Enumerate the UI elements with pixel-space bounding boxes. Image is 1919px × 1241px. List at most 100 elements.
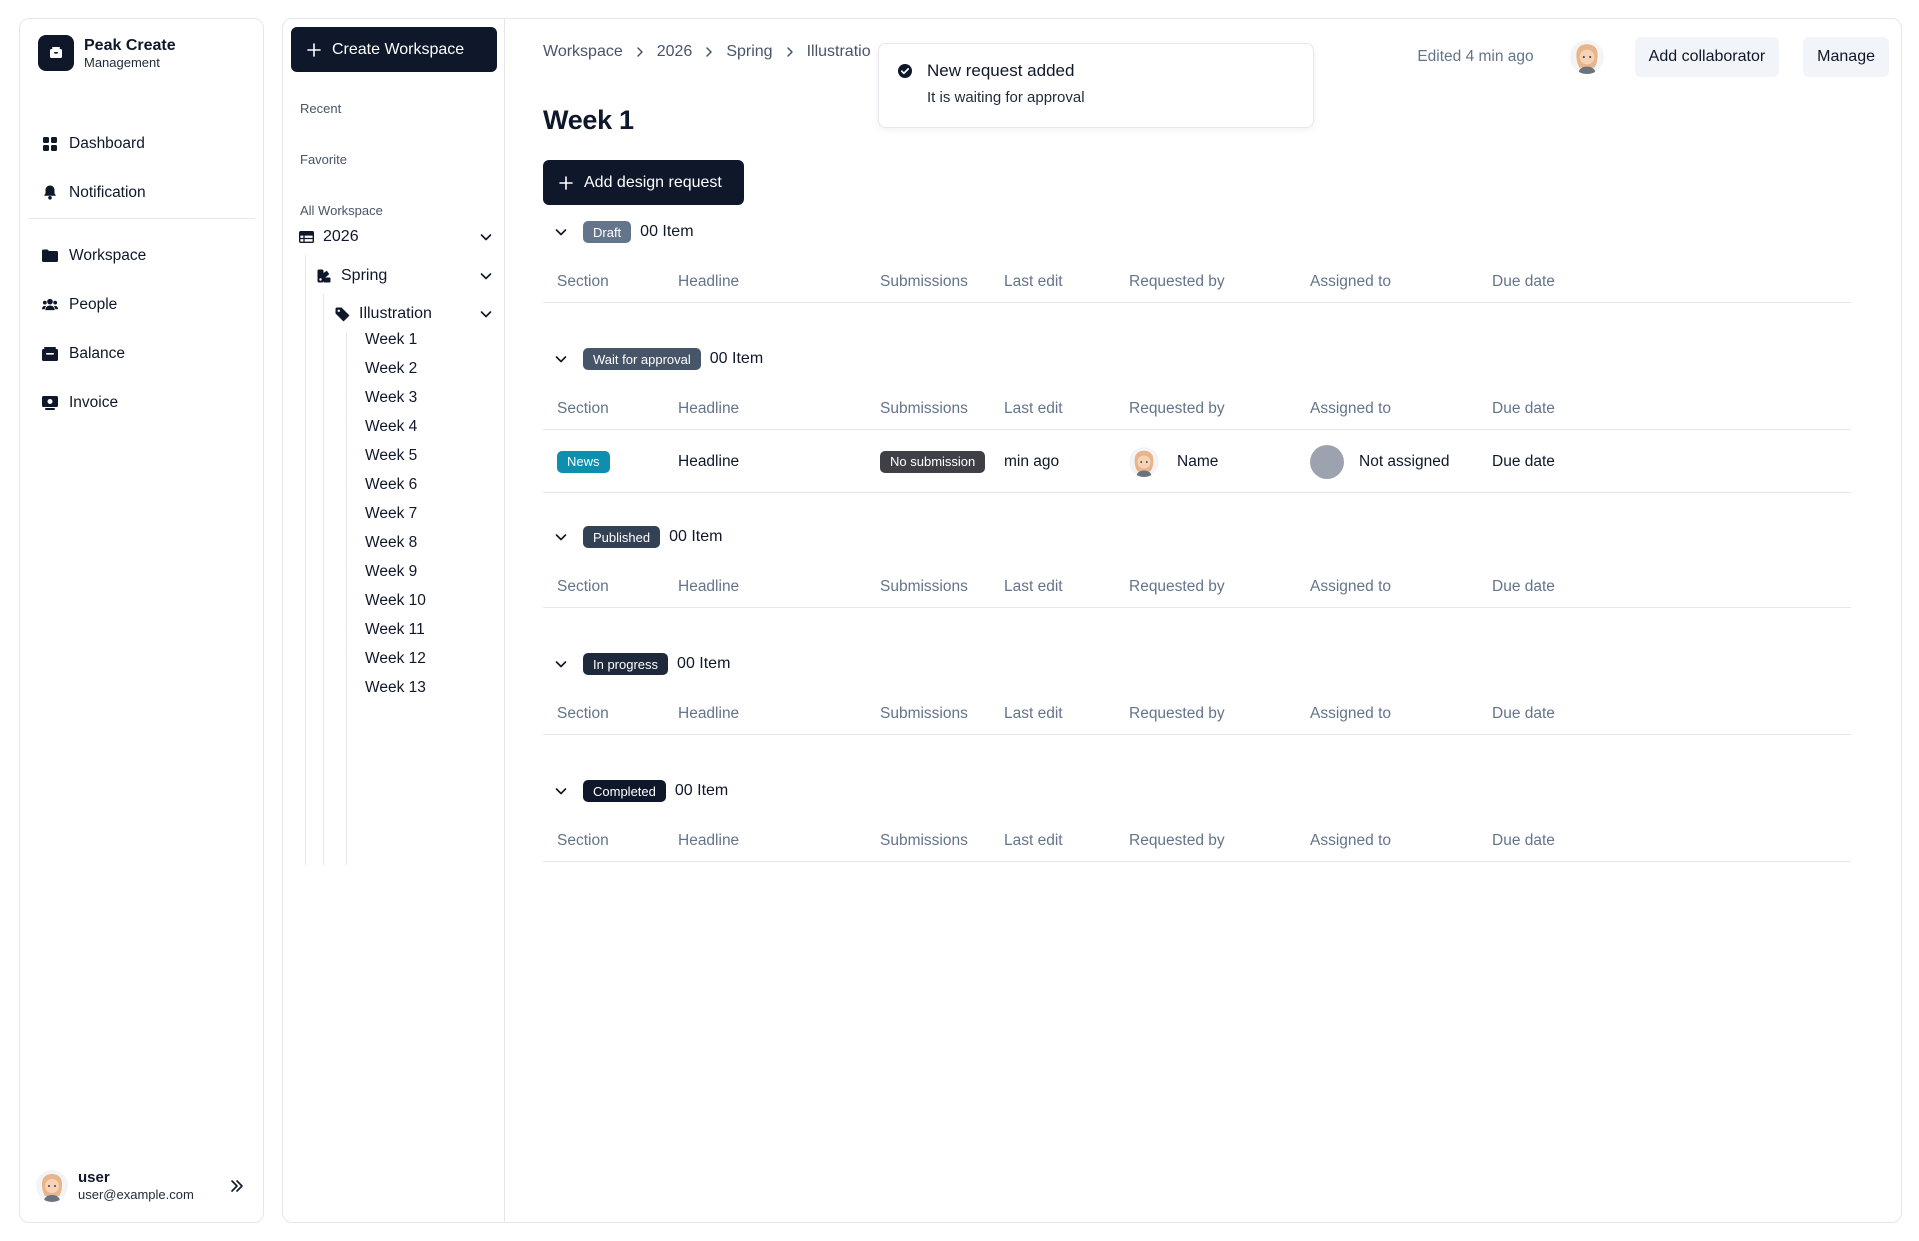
column-header[interactable]: Requested by <box>1129 261 1225 303</box>
column-header[interactable]: Headline <box>678 261 739 303</box>
plus-icon <box>307 42 321 57</box>
breadcrumb-item[interactable]: Spring <box>726 43 772 61</box>
user-email: user@example.com <box>78 1187 194 1202</box>
column-header[interactable]: Headline <box>678 388 739 430</box>
status-badge: Wait for approval <box>583 348 701 370</box>
column-header[interactable]: Due date <box>1492 820 1555 862</box>
tree-label: 2026 <box>323 228 359 245</box>
manage-button[interactable]: Manage <box>1803 37 1889 77</box>
favorite-label[interactable]: Favorite <box>300 152 347 167</box>
column-header[interactable]: Due date <box>1492 693 1555 735</box>
tree-item-week[interactable]: Week 8 <box>365 528 417 558</box>
breadcrumb-item[interactable]: Illustratio <box>807 43 871 61</box>
status-badge: Completed <box>583 780 666 802</box>
breadcrumb-item[interactable]: 2026 <box>657 43 693 61</box>
column-header[interactable]: Requested by <box>1129 820 1225 862</box>
column-header[interactable]: Last edit <box>1004 388 1063 430</box>
tree-item-week[interactable]: Week 13 <box>365 673 426 703</box>
tree-item-week[interactable]: Week 4 <box>365 412 417 442</box>
avatar[interactable] <box>1569 40 1604 74</box>
column-header[interactable]: Submissions <box>880 820 968 862</box>
nav-item-balance[interactable]: Balance <box>20 329 263 378</box>
breadcrumb-item[interactable]: Workspace <box>543 43 623 61</box>
tree-item-week[interactable]: Week 11 <box>365 615 425 645</box>
column-header[interactable]: Headline <box>678 693 739 735</box>
nav-item-people[interactable]: People <box>20 280 263 329</box>
tree-item-week[interactable]: Week 12 <box>365 644 426 674</box>
column-header[interactable]: Last edit <box>1004 820 1063 862</box>
chevron-down-icon[interactable] <box>549 525 573 549</box>
column-header[interactable]: Last edit <box>1004 261 1063 303</box>
column-header[interactable]: Headline <box>678 566 739 608</box>
expand-sidebar-button[interactable] <box>227 1176 247 1196</box>
breadcrumb: Workspace 2026 Spring Illustratio <box>543 41 871 63</box>
tree-item-week[interactable]: Week 9 <box>365 557 417 587</box>
workspace-tree: Create Workspace Recent Favorite All Wor… <box>283 19 505 1222</box>
column-header[interactable]: Requested by <box>1129 566 1225 608</box>
column-header[interactable]: Section <box>557 566 609 608</box>
column-header[interactable]: Headline <box>678 820 739 862</box>
column-header[interactable]: Assigned to <box>1310 693 1391 735</box>
tree-item-week[interactable]: Week 10 <box>365 586 426 616</box>
tree-item-week[interactable]: Week 7 <box>365 499 417 529</box>
column-header[interactable]: Submissions <box>880 388 968 430</box>
tree-item-spring[interactable]: Spring <box>316 261 493 291</box>
column-header[interactable]: Submissions <box>880 693 968 735</box>
chevron-down-icon[interactable] <box>549 220 573 244</box>
column-header[interactable]: Assigned to <box>1310 820 1391 862</box>
avatar-placeholder <box>1310 444 1344 479</box>
tree-item-week[interactable]: Week 2 <box>365 354 417 384</box>
cell-assigned-to[interactable]: Not assigned <box>1310 430 1449 493</box>
chevron-right-icon <box>785 46 795 58</box>
group-header: In progress 00 Item <box>543 651 730 677</box>
column-header[interactable]: Last edit <box>1004 566 1063 608</box>
tree-label: Spring <box>341 267 388 284</box>
column-header[interactable]: Section <box>557 261 609 303</box>
chevron-down-icon[interactable] <box>479 230 493 244</box>
recent-label[interactable]: Recent <box>300 101 341 116</box>
column-header[interactable]: Section <box>557 820 609 862</box>
column-header[interactable]: Submissions <box>880 566 968 608</box>
tree-item-week[interactable]: Week 6 <box>365 470 417 500</box>
column-header[interactable]: Assigned to <box>1310 261 1391 303</box>
nav-item-notification[interactable]: Notification <box>20 168 263 217</box>
column-header[interactable]: Due date <box>1492 388 1555 430</box>
chevron-down-icon[interactable] <box>549 652 573 676</box>
tree-item-week[interactable]: Week 1 <box>365 325 417 355</box>
column-header[interactable]: Section <box>557 693 609 735</box>
column-header[interactable]: Assigned to <box>1310 566 1391 608</box>
avatar <box>36 1170 68 1202</box>
tree-item-2026[interactable]: 2026 <box>298 222 493 252</box>
column-header[interactable]: Submissions <box>880 261 968 303</box>
table-header: Section Headline Submissions Last edit Reque… <box>543 261 1851 303</box>
column-header[interactable]: Section <box>557 388 609 430</box>
group-header: Published 00 Item <box>543 524 722 550</box>
create-workspace-button[interactable]: Create Workspace <box>291 27 497 72</box>
column-header[interactable]: Requested by <box>1129 693 1225 735</box>
chevron-down-icon[interactable] <box>549 779 573 803</box>
add-design-request-button[interactable]: Add design request <box>543 160 744 205</box>
nav-item-invoice[interactable]: Invoice <box>20 378 263 427</box>
cell-due-date: Due date <box>1492 452 1555 470</box>
chevron-down-icon[interactable] <box>479 307 493 321</box>
nav-secondary: Workspace People Balance Invoice <box>20 231 263 427</box>
column-header[interactable]: Due date <box>1492 261 1555 303</box>
column-header[interactable]: Assigned to <box>1310 388 1391 430</box>
column-header[interactable]: Requested by <box>1129 388 1225 430</box>
tree-item-week[interactable]: Week 5 <box>365 441 417 471</box>
column-header[interactable]: Last edit <box>1004 693 1063 735</box>
assignee-name: Not assigned <box>1359 452 1450 470</box>
chevron-down-icon[interactable] <box>479 269 493 283</box>
column-header[interactable]: Due date <box>1492 566 1555 608</box>
cell-headline: Headline <box>678 452 740 470</box>
nav-primary: Dashboard Notification <box>20 119 263 217</box>
nav-item-dashboard[interactable]: Dashboard <box>20 119 263 168</box>
tree-item-week[interactable]: Week 3 <box>365 383 417 413</box>
chevron-down-icon[interactable] <box>549 347 573 371</box>
add-collaborator-button[interactable]: Add collaborator <box>1634 37 1780 77</box>
user-profile[interactable]: user user@example.com <box>36 1164 247 1208</box>
chevron-right-icon <box>635 46 645 58</box>
brand[interactable]: Peak Create Management <box>38 35 176 71</box>
nav-item-workspace[interactable]: Workspace <box>20 231 263 280</box>
table-row[interactable]: News Headline No submission min ago Name Not … <box>543 430 1851 493</box>
